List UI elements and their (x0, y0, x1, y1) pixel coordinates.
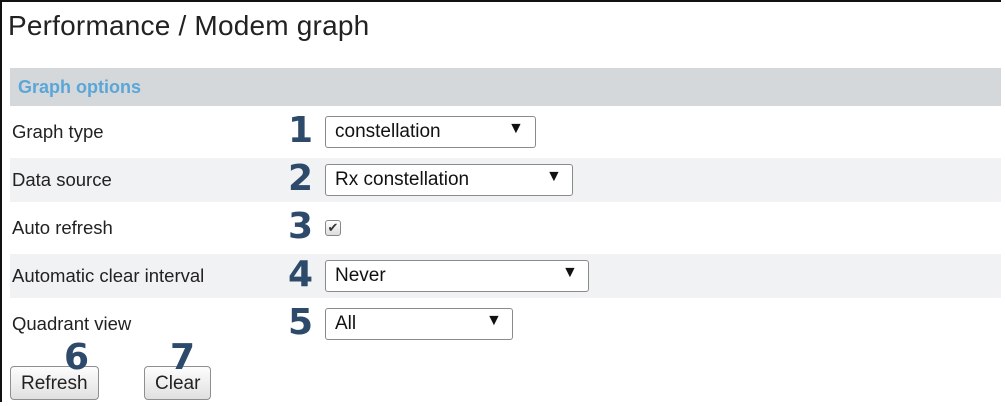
auto-refresh-row: Auto refresh 3 ✔ (10, 206, 1001, 250)
chevron-down-icon: ▼ (562, 264, 578, 281)
data-source-value: Rx constellation (335, 169, 470, 190)
data-source-label: Data source (12, 169, 112, 190)
callout-number-3: 3 (288, 206, 314, 247)
checkmark-icon: ✔ (327, 220, 339, 235)
callout-number-7: 7 (170, 337, 196, 378)
callout-number-2: 2 (288, 158, 314, 199)
callout-number-5: 5 (288, 302, 314, 343)
data-source-select[interactable]: Rx constellation ▼ (325, 164, 573, 196)
data-source-row: Data source 2 Rx constellation ▼ (10, 158, 1001, 202)
callout-number-6: 6 (64, 337, 90, 378)
auto-refresh-label: Auto refresh (12, 217, 113, 238)
graph-type-row: Graph type 1 constellation ▼ (10, 110, 1001, 154)
callout-number-1: 1 (288, 110, 314, 151)
action-buttons-row: Refresh 6 Clear 7 (10, 338, 1001, 404)
graph-options-header: Graph options (10, 68, 1001, 106)
callout-number-4: 4 (288, 254, 314, 295)
clear-interval-label: Automatic clear interval (12, 265, 205, 286)
quadrant-view-value: All (335, 313, 357, 334)
clear-interval-value: Never (335, 265, 386, 286)
page-title: Performance / Modem graph (8, 10, 370, 41)
clear-interval-row: Automatic clear interval 4 Never ▼ (10, 254, 1001, 298)
graph-type-value: constellation (335, 121, 441, 142)
quadrant-view-label: Quadrant view (12, 313, 132, 334)
graph-type-select[interactable]: constellation ▼ (325, 116, 536, 148)
section-title: Graph options (18, 77, 141, 97)
clear-interval-select[interactable]: Never ▼ (325, 260, 589, 292)
quadrant-view-select[interactable]: All ▼ (325, 308, 513, 340)
chevron-down-icon: ▼ (546, 168, 562, 185)
graph-type-label: Graph type (12, 121, 104, 142)
modem-graph-panel: Performance / Modem graph Graph options … (0, 0, 1001, 402)
chevron-down-icon: ▼ (486, 312, 502, 329)
auto-refresh-checkbox[interactable]: ✔ (325, 220, 341, 236)
quadrant-view-row: Quadrant view 5 All ▼ (10, 302, 1001, 346)
chevron-down-icon: ▼ (508, 120, 524, 137)
